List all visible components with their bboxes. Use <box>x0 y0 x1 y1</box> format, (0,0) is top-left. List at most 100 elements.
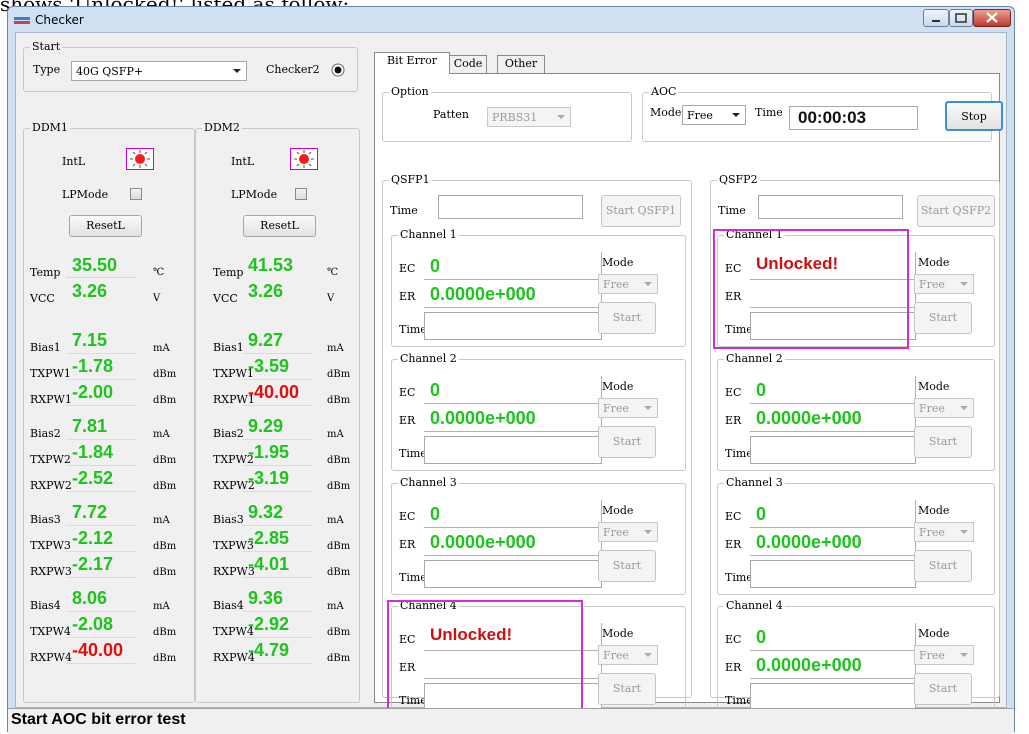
aoc-mode-select[interactable]: Free <box>682 105 746 125</box>
ddm2-vcc-value: 3.26 <box>248 281 284 301</box>
channel-start-button[interactable]: Start <box>598 550 656 582</box>
channel-mode-select[interactable]: Free <box>914 645 974 665</box>
channel-start-button[interactable]: Start <box>914 302 972 334</box>
channel-mode-value: Free <box>603 402 629 415</box>
channel-mode-select[interactable]: Free <box>598 398 658 418</box>
type-select[interactable]: 40G QSFP+ <box>71 61 247 81</box>
patten-select[interactable]: PRBS31 <box>487 107 571 127</box>
ec-label: EC <box>399 510 416 523</box>
channel-mode-select[interactable]: Free <box>914 398 974 418</box>
ec-field <box>750 376 916 404</box>
checker2-label: Checker2 <box>266 63 320 76</box>
ddm2-row-unit: mA <box>327 343 344 354</box>
ddm1-row-unit: mA <box>153 429 170 440</box>
channel-start-button[interactable]: Start <box>914 426 972 458</box>
start-qsfp1-button[interactable]: Start QSFP1 <box>601 195 681 227</box>
aoc-label: AOC <box>649 85 679 98</box>
channel-mode-select[interactable]: Free <box>598 645 658 665</box>
qsfp2-channel-title: Channel 1 <box>724 228 785 241</box>
tab-other[interactable]: Other <box>497 55 545 73</box>
status-text: Start AOC bit error test <box>11 711 186 728</box>
ddm1-row-underline <box>66 491 136 492</box>
ddm1-lpmode-checkbox[interactable] <box>130 188 142 200</box>
close-button[interactable] <box>973 9 1011 27</box>
channel-time-field[interactable] <box>424 436 602 464</box>
ddm2-lpmode-checkbox[interactable] <box>295 188 307 200</box>
channel-time-field[interactable] <box>750 312 916 340</box>
ddm1-row-label: Bias2 <box>30 427 61 440</box>
er-value: 0.0000e+000 <box>756 532 862 552</box>
ddm2-row-underline <box>242 551 312 552</box>
tab-code[interactable]: Code <box>449 55 487 73</box>
ddm1-row-value: -2.00 <box>72 382 114 402</box>
er-value: 0.0000e+000 <box>430 408 536 428</box>
channel-time-field[interactable] <box>424 312 602 340</box>
ddm1-row-label: Bias3 <box>30 513 61 526</box>
channel-mode-label: Mode <box>602 627 634 640</box>
channel-mode-select[interactable]: Free <box>914 522 974 542</box>
maximize-icon <box>955 13 967 23</box>
channel-time-label: Time <box>399 447 427 460</box>
channel-time-field[interactable] <box>750 436 916 464</box>
ec-value: 0 <box>430 504 441 524</box>
minimize-icon <box>932 20 940 22</box>
ec-value: 0 <box>756 380 767 400</box>
aoc-time-value: 00:00:03 <box>798 108 867 127</box>
er-label: ER <box>399 661 416 674</box>
ddm1-temp-value: 35.50 <box>72 255 118 275</box>
ddm1-row-unit: dBm <box>153 395 177 406</box>
channel-mode-select[interactable]: Free <box>598 274 658 294</box>
channel-time-field[interactable] <box>424 683 602 711</box>
ddm1-row-value: -1.78 <box>72 356 114 376</box>
channel-start-button[interactable]: Start <box>598 673 656 705</box>
ddm2-row-value: -3.19 <box>248 468 290 488</box>
ddm2-row-unit: dBm <box>327 369 351 380</box>
option-label: Option <box>389 85 431 98</box>
ddm1-row-unit: dBm <box>153 627 177 638</box>
aoc-time-field[interactable]: 00:00:03 <box>789 106 918 130</box>
ddm1-row-underline <box>66 525 136 526</box>
app-icon <box>14 17 30 24</box>
ddm1-row-unit: mA <box>153 343 170 354</box>
aoc-group: AOC Mode Free Time 00:00:03 Stop <box>642 85 1003 142</box>
checker2-radio[interactable] <box>330 62 346 78</box>
channel-time-field[interactable] <box>424 560 602 588</box>
client-area: Start Type 40G QSFP+ Checker2 DDM1 IntL … <box>15 32 1007 730</box>
ddm1-row-value: 7.15 <box>72 330 108 350</box>
ddm1-row-unit: dBm <box>153 369 177 380</box>
qsfp2-time-field[interactable] <box>758 195 903 219</box>
channel-start-button[interactable]: Start <box>598 302 656 334</box>
start-qsfp2-button[interactable]: Start QSFP2 <box>917 195 995 227</box>
ec-value: 0 <box>430 256 441 276</box>
qsfp1-channel-4-group: Channel 4 EC ER Time Unlocked! Mode Free Start <box>391 599 686 718</box>
ddm2-resetl-button[interactable]: ResetL <box>243 215 316 237</box>
ec-value: 0 <box>756 504 767 524</box>
maximize-button[interactable] <box>949 9 973 27</box>
close-icon <box>986 12 998 23</box>
tab-bit-error[interactable]: Bit Error <box>374 52 450 74</box>
type-label: Type <box>33 63 61 76</box>
ddm2-lpmode-label: LPMode <box>231 188 278 201</box>
red-led-icon <box>294 150 314 168</box>
channel-start-button[interactable]: Start <box>914 673 972 705</box>
channel-time-field[interactable] <box>750 683 916 711</box>
channel-mode-value: Free <box>603 526 629 539</box>
stop-button[interactable]: Stop <box>945 101 1003 131</box>
qsfp2-channel-title: Channel 2 <box>724 352 785 365</box>
ddm1-lpmode-label: LPMode <box>62 188 109 201</box>
qsfp1-channel-3-group: Channel 3 EC ER Time 0 0.0000e+000 Mode Free Sta… <box>391 476 686 595</box>
channel-mode-select[interactable]: Free <box>914 274 974 294</box>
channel-start-button[interactable]: Start <box>598 426 656 458</box>
ddm1-resetl-button[interactable]: ResetL <box>69 215 142 237</box>
red-led-icon <box>130 150 150 168</box>
qsfp1-channel-title: Channel 2 <box>398 352 459 365</box>
ddm1-row-unit: dBm <box>153 481 177 492</box>
qsfp1-time-field[interactable] <box>438 195 583 219</box>
ddm2-row-unit: mA <box>327 429 344 440</box>
er-field <box>424 653 602 679</box>
minimize-button[interactable] <box>923 9 949 27</box>
channel-mode-select[interactable]: Free <box>598 522 658 542</box>
channel-time-field[interactable] <box>750 560 916 588</box>
channel-start-button[interactable]: Start <box>914 550 972 582</box>
ddm2-row-unit: dBm <box>327 395 351 406</box>
